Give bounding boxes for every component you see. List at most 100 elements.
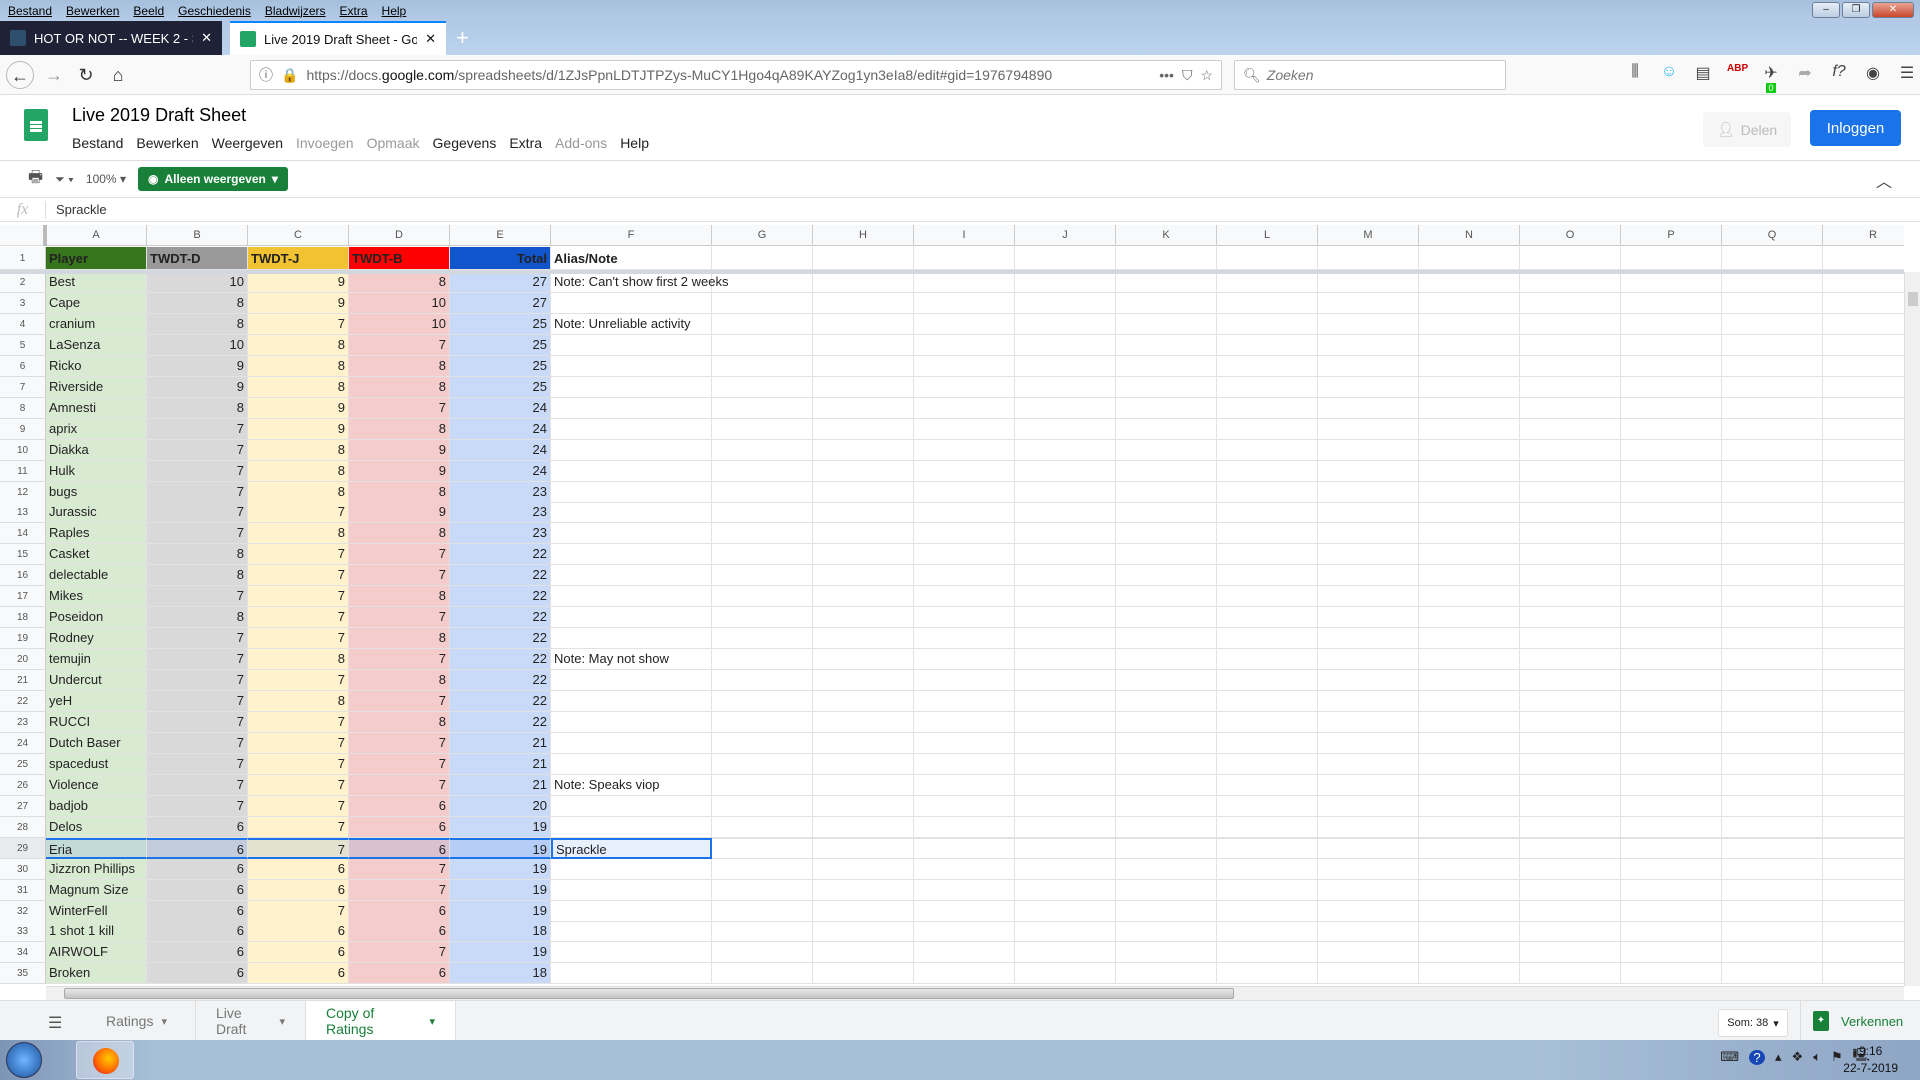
bookmark-star-icon[interactable]: ☆ (1200, 67, 1213, 84)
cell-M28[interactable] (1318, 816, 1419, 838)
cell-E20[interactable]: 22 (450, 649, 551, 671)
menu-help[interactable]: Help (620, 135, 649, 151)
cell-B7[interactable]: 9 (147, 376, 248, 398)
cell-A14[interactable]: Raples (46, 523, 147, 545)
cell-F26[interactable]: Note: Speaks viop (551, 774, 712, 796)
cell-R1[interactable] (1823, 247, 1904, 270)
cell-Q26[interactable] (1722, 774, 1823, 796)
cell-H2[interactable] (813, 272, 914, 293)
row-header[interactable]: 31 (0, 879, 46, 901)
sheet-tab-ratings[interactable]: Ratings ▾ (86, 1001, 196, 1041)
column-header-M[interactable]: M (1318, 225, 1419, 246)
cell-M12[interactable] (1318, 481, 1419, 503)
cell-J11[interactable] (1015, 460, 1116, 482)
cell-Q15[interactable] (1722, 544, 1823, 566)
cell-N34[interactable] (1419, 942, 1520, 964)
cell-J12[interactable] (1015, 481, 1116, 503)
column-header-P[interactable]: P (1621, 225, 1722, 246)
cell-O28[interactable] (1520, 816, 1621, 838)
cell-J6[interactable] (1015, 355, 1116, 377)
cell-E19[interactable]: 22 (450, 628, 551, 650)
browser-tab-draft-sheet[interactable]: Live 2019 Draft Sheet - Google Sheets ✕ (230, 21, 446, 55)
row-header[interactable]: 35 (0, 963, 46, 985)
cell-C11[interactable]: 8 (248, 460, 349, 482)
reload-icon[interactable]: ↻ (72, 61, 100, 89)
row-header[interactable]: 19 (0, 628, 46, 650)
cell-L3[interactable] (1217, 292, 1318, 314)
cell-A13[interactable]: Jurassic (46, 502, 147, 524)
cell-A7[interactable]: Riverside (46, 376, 147, 398)
volume-icon[interactable]: 🔈︎ (1813, 1049, 1821, 1065)
cell-F33[interactable] (551, 921, 712, 943)
cell-N6[interactable] (1419, 355, 1520, 377)
cell-F14[interactable] (551, 523, 712, 545)
filter-icon[interactable]: ⏷ ▾ (55, 172, 74, 187)
cell-N12[interactable] (1419, 481, 1520, 503)
column-header-F[interactable]: F (551, 225, 712, 246)
cell-B31[interactable]: 6 (147, 879, 248, 901)
cell-J35[interactable] (1015, 963, 1116, 985)
row-header[interactable]: 8 (0, 397, 46, 419)
cell-F1[interactable]: Alias/Note (551, 247, 712, 270)
cell-N31[interactable] (1419, 879, 1520, 901)
cell-J19[interactable] (1015, 628, 1116, 650)
cell-A31[interactable]: Magnum Size (46, 879, 147, 901)
cell-C8[interactable]: 9 (248, 397, 349, 419)
cell-K27[interactable] (1116, 795, 1217, 817)
cell-H34[interactable] (813, 942, 914, 964)
cell-M20[interactable] (1318, 649, 1419, 671)
cell-B27[interactable]: 7 (147, 795, 248, 817)
cell-M6[interactable] (1318, 355, 1419, 377)
cell-G23[interactable] (712, 711, 813, 733)
cell-J14[interactable] (1015, 523, 1116, 545)
cell-D2[interactable]: 8 (349, 272, 450, 293)
cell-I9[interactable] (914, 418, 1015, 440)
cell-O8[interactable] (1520, 397, 1621, 419)
cell-P22[interactable] (1621, 691, 1722, 712)
cell-L33[interactable] (1217, 921, 1318, 943)
row-header[interactable]: 10 (0, 439, 46, 461)
cell-I32[interactable] (914, 900, 1015, 922)
row-header[interactable]: 23 (0, 711, 46, 733)
cell-I16[interactable] (914, 565, 1015, 587)
cell-L7[interactable] (1217, 376, 1318, 398)
cell-I15[interactable] (914, 544, 1015, 566)
cell-Q13[interactable] (1722, 502, 1823, 524)
cell-C15[interactable]: 7 (248, 544, 349, 566)
row-header[interactable]: 4 (0, 313, 46, 335)
cell-G10[interactable] (712, 439, 813, 461)
cell-C6[interactable]: 8 (248, 355, 349, 377)
cell-C16[interactable]: 7 (248, 565, 349, 587)
cell-M16[interactable] (1318, 565, 1419, 587)
cell-B8[interactable]: 8 (147, 397, 248, 419)
cell-B24[interactable]: 7 (147, 732, 248, 754)
cell-R11[interactable] (1823, 461, 1904, 482)
cell-L25[interactable] (1217, 753, 1318, 775)
cell-L16[interactable] (1217, 565, 1318, 587)
row-header[interactable]: 2 (0, 272, 46, 293)
cell-M14[interactable] (1318, 523, 1419, 545)
cell-D13[interactable]: 9 (349, 502, 450, 524)
cell-H21[interactable] (813, 670, 914, 692)
cell-K15[interactable] (1116, 544, 1217, 566)
cell-Q20[interactable] (1722, 649, 1823, 671)
dropbox-icon[interactable]: ❖ (1792, 1049, 1804, 1065)
cell-P12[interactable] (1621, 481, 1722, 503)
cell-P29[interactable] (1621, 837, 1722, 859)
cell-F11[interactable] (551, 460, 712, 482)
cell-A3[interactable]: Cape (46, 292, 147, 314)
cell-J21[interactable] (1015, 670, 1116, 692)
login-button[interactable]: Inloggen (1810, 110, 1901, 146)
cell-J31[interactable] (1015, 879, 1116, 901)
cell-N10[interactable] (1419, 439, 1520, 461)
cell-A9[interactable]: aprix (46, 418, 147, 440)
cell-H10[interactable] (813, 439, 914, 461)
cell-B29[interactable]: 6 (147, 837, 248, 859)
cell-K21[interactable] (1116, 670, 1217, 692)
cell-H11[interactable] (813, 460, 914, 482)
close-tab-icon[interactable]: ✕ (201, 30, 212, 46)
cell-C35[interactable]: 6 (248, 963, 349, 985)
cell-K25[interactable] (1116, 753, 1217, 775)
cell-N17[interactable] (1419, 586, 1520, 608)
minimize-button[interactable]: – (1812, 2, 1840, 18)
